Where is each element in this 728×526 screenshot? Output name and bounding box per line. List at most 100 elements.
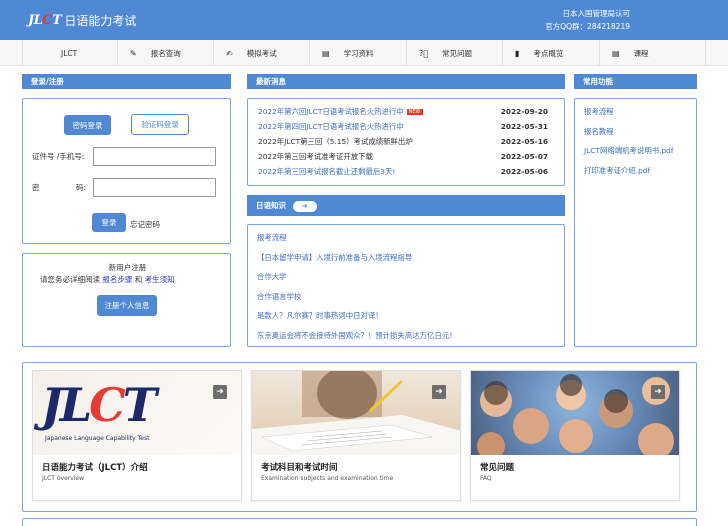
nav-mock-exam[interactable]: ✍ 模拟考试 bbox=[214, 40, 310, 66]
register-info-button[interactable]: 注册个人信息 bbox=[97, 295, 157, 316]
card-title: 日语能力考试（JLCT）介绍 bbox=[42, 463, 148, 473]
candidate-notice-link[interactable]: 考生须知 bbox=[145, 275, 175, 284]
id-phone-input[interactable] bbox=[93, 147, 216, 166]
news-date: 2022-09-20 bbox=[500, 106, 548, 116]
jlct-image-caption: Japanese Language Capability Test bbox=[45, 435, 150, 442]
card-subtitle: JLCT overview bbox=[42, 475, 85, 482]
knowledge-section-header: 日语知识 ➜ bbox=[247, 195, 565, 216]
nav-registration-query[interactable]: ✎ 报名查询 bbox=[118, 40, 214, 66]
code-login-tab[interactable]: 验证码登录 bbox=[131, 114, 189, 135]
card-faq[interactable]: ➜ 常见问题 FAQ bbox=[470, 370, 680, 501]
document-icon: ▤ bbox=[322, 48, 330, 58]
common-section-header: 常用功能 bbox=[574, 74, 697, 89]
nav-study-materials[interactable]: ▤ 学习资料 bbox=[310, 40, 407, 66]
card-subtitle: Examination subjects and examination tim… bbox=[261, 475, 394, 482]
knowledge-item[interactable]: 报考流程 bbox=[257, 232, 287, 243]
pencil-icon: ✎ bbox=[130, 48, 137, 58]
new-badge: NEW bbox=[406, 108, 423, 115]
exam-writing-photo bbox=[252, 371, 460, 455]
common-item[interactable]: 报名教程 bbox=[584, 126, 614, 137]
question-icon: ?⃝ bbox=[419, 48, 429, 58]
header-qq-group: 官方QQ群：284218219 bbox=[545, 22, 630, 31]
login-section-header: 登录/注册 bbox=[22, 74, 231, 89]
nav-label: 模拟考试 bbox=[246, 48, 277, 58]
arrow-right-icon[interactable]: ➜ bbox=[292, 200, 317, 212]
news-title: 2022年JLCT第三回（5.15）考试成绩新鲜出炉 bbox=[258, 136, 413, 146]
top-header: JLCT 日语能力考试 日本入国管理局认可 官方QQ群：284218219 bbox=[0, 0, 728, 40]
logo-mark: JLCT bbox=[28, 12, 62, 28]
news-title: 2022年第四回JLCT日语考试报名火热进行中 bbox=[258, 121, 404, 131]
password-login-tab[interactable]: 密码登录 bbox=[64, 115, 111, 135]
logo-letter-c: C bbox=[89, 378, 126, 432]
common-item[interactable]: 报考流程 bbox=[584, 106, 614, 117]
register-note: 请您务必详细阅读 报名步骤 和 考生须知 bbox=[40, 274, 175, 285]
news-item[interactable]: 2022年第四回JLCT日语考试报名火热进行中 2022-05-31 bbox=[258, 119, 548, 133]
logo-text: 日语能力考试 bbox=[64, 13, 137, 28]
id-field-label: 证件号 /手机号: bbox=[32, 152, 85, 161]
nav-label: JLCT bbox=[61, 48, 78, 58]
arrow-right-icon[interactable]: ➜ bbox=[213, 385, 227, 399]
news-section-header: 最新消息 bbox=[247, 74, 565, 89]
card-jlct-overview[interactable]: JLCT Japanese Language Capability Test ➜… bbox=[32, 370, 242, 501]
knowledge-item[interactable]: 是款人？凡尔赛？时事热词中日对译！ bbox=[257, 310, 383, 321]
common-item[interactable]: 打印准考证介绍.pdf bbox=[584, 165, 650, 176]
register-note-prefix: 请您务必详细阅读 bbox=[40, 275, 100, 284]
header-approval-text: 日本入国管理局认可 bbox=[562, 9, 631, 18]
book-icon: ▤ bbox=[612, 48, 620, 58]
edit-icon: ✍ bbox=[226, 48, 233, 58]
nav-exam-sites[interactable]: ▮ 考点概览 bbox=[503, 40, 600, 66]
knowledge-item[interactable]: 【日本留学申请】入境行前准备与入境流程指导 bbox=[257, 252, 412, 263]
nav-label: 报名查询 bbox=[150, 48, 181, 58]
writing-illustration bbox=[252, 371, 460, 455]
nav-faq[interactable]: ?⃝ 常见问题 bbox=[407, 40, 503, 66]
card-subtitle: FAQ bbox=[480, 475, 492, 482]
news-title: 2022年第六回JLCT日语考试报名火热进行中 NEW bbox=[258, 106, 484, 117]
knowledge-item[interactable]: 东京奥运会将不会接待外国观众？！预计损失高达万亿日元！ bbox=[257, 330, 457, 341]
common-item[interactable]: JLCT网络端机考说明书.pdf bbox=[584, 145, 673, 156]
login-panel: 密码登录 验证码登录 证件号 /手机号: 密 码: 登录 忘记密码 bbox=[22, 98, 231, 244]
knowledge-panel: 报考流程 【日本留学申请】入境行前准备与入境流程指导 合作大学 合作语言学校 是… bbox=[247, 224, 565, 347]
password-label-b: 码: bbox=[76, 183, 87, 192]
group-illustration bbox=[477, 374, 674, 455]
news-title: 2022年第三回考试准考证开放下载 bbox=[258, 151, 373, 161]
nav-courses[interactable]: ▤ 课程 bbox=[600, 40, 706, 66]
jlct-logo-image: JLCT Japanese Language Capability Test bbox=[33, 371, 241, 455]
bottom-section-container bbox=[22, 518, 697, 526]
arrow-right-icon[interactable]: ➜ bbox=[432, 385, 446, 399]
password-input[interactable] bbox=[93, 178, 216, 197]
register-note-and: 和 bbox=[134, 275, 143, 284]
news-title: 2022年第三回考试报名截止还剩最后3天! bbox=[258, 166, 396, 176]
register-title: 新用户注册 bbox=[108, 263, 147, 272]
registration-steps-link[interactable]: 报名步骤 bbox=[102, 275, 132, 284]
logo-letter-t: T bbox=[122, 378, 157, 432]
card-title: 常见问题 bbox=[480, 463, 515, 473]
news-item[interactable]: 2022年JLCT第三回（5.15）考试成绩新鲜出炉 2022-05-16 bbox=[258, 134, 548, 148]
site-logo[interactable]: JLCT 日语能力考试 bbox=[28, 11, 136, 29]
news-date: 2022-05-06 bbox=[500, 166, 548, 176]
knowledge-item[interactable]: 合作大学 bbox=[257, 271, 287, 282]
nav-jlct[interactable]: JLCT bbox=[22, 40, 118, 66]
nav-label: 学习资料 bbox=[343, 48, 374, 58]
login-button[interactable]: 登录 bbox=[92, 213, 126, 232]
register-panel: 新用户注册 请您务必详细阅读 报名步骤 和 考生须知 注册个人信息 bbox=[22, 253, 231, 347]
main-nav: JLCT ✎ 报名查询 ✍ 模拟考试 ▤ 学习资料 ?⃝ 常见问题 ▮ 考点概览… bbox=[0, 40, 728, 66]
knowledge-header-text: 日语知识 bbox=[256, 201, 286, 210]
card-exam-subjects[interactable]: ➜ 考试科目和考试时间 Examination subjects and exa… bbox=[251, 370, 461, 501]
arrow-right-icon[interactable]: ➜ bbox=[651, 385, 665, 399]
forgot-password-link[interactable]: 忘记密码 bbox=[130, 219, 160, 230]
jlct-logo-mark: JLCT bbox=[41, 377, 157, 433]
card-title: 考试科目和考试时间 bbox=[261, 463, 338, 473]
logo-letters-jl: JL bbox=[41, 378, 92, 432]
nav-label: 常见问题 bbox=[442, 48, 473, 58]
header-info: 日本入国管理局认可 官方QQ群：284218219 bbox=[545, 7, 630, 33]
news-panel: 2022年第六回JLCT日语考试报名火热进行中 NEW 2022-09-20 20… bbox=[247, 98, 565, 186]
common-panel: 报考流程 报名教程 JLCT网络端机考说明书.pdf 打印准考证介绍.pdf bbox=[574, 98, 697, 347]
news-date: 2022-05-31 bbox=[500, 121, 548, 131]
group-photo bbox=[471, 371, 679, 455]
nav-label: 课程 bbox=[633, 48, 649, 58]
bookmark-icon: ▮ bbox=[515, 48, 520, 58]
news-item[interactable]: 2022年第三回考试准考证开放下载 2022-05-07 bbox=[258, 149, 548, 163]
news-item[interactable]: 2022年第三回考试报名截止还剩最后3天! 2022-05-06 bbox=[258, 164, 548, 178]
knowledge-item[interactable]: 合作语言学校 bbox=[257, 291, 301, 302]
news-item[interactable]: 2022年第六回JLCT日语考试报名火热进行中 NEW 2022-09-20 bbox=[258, 104, 548, 118]
